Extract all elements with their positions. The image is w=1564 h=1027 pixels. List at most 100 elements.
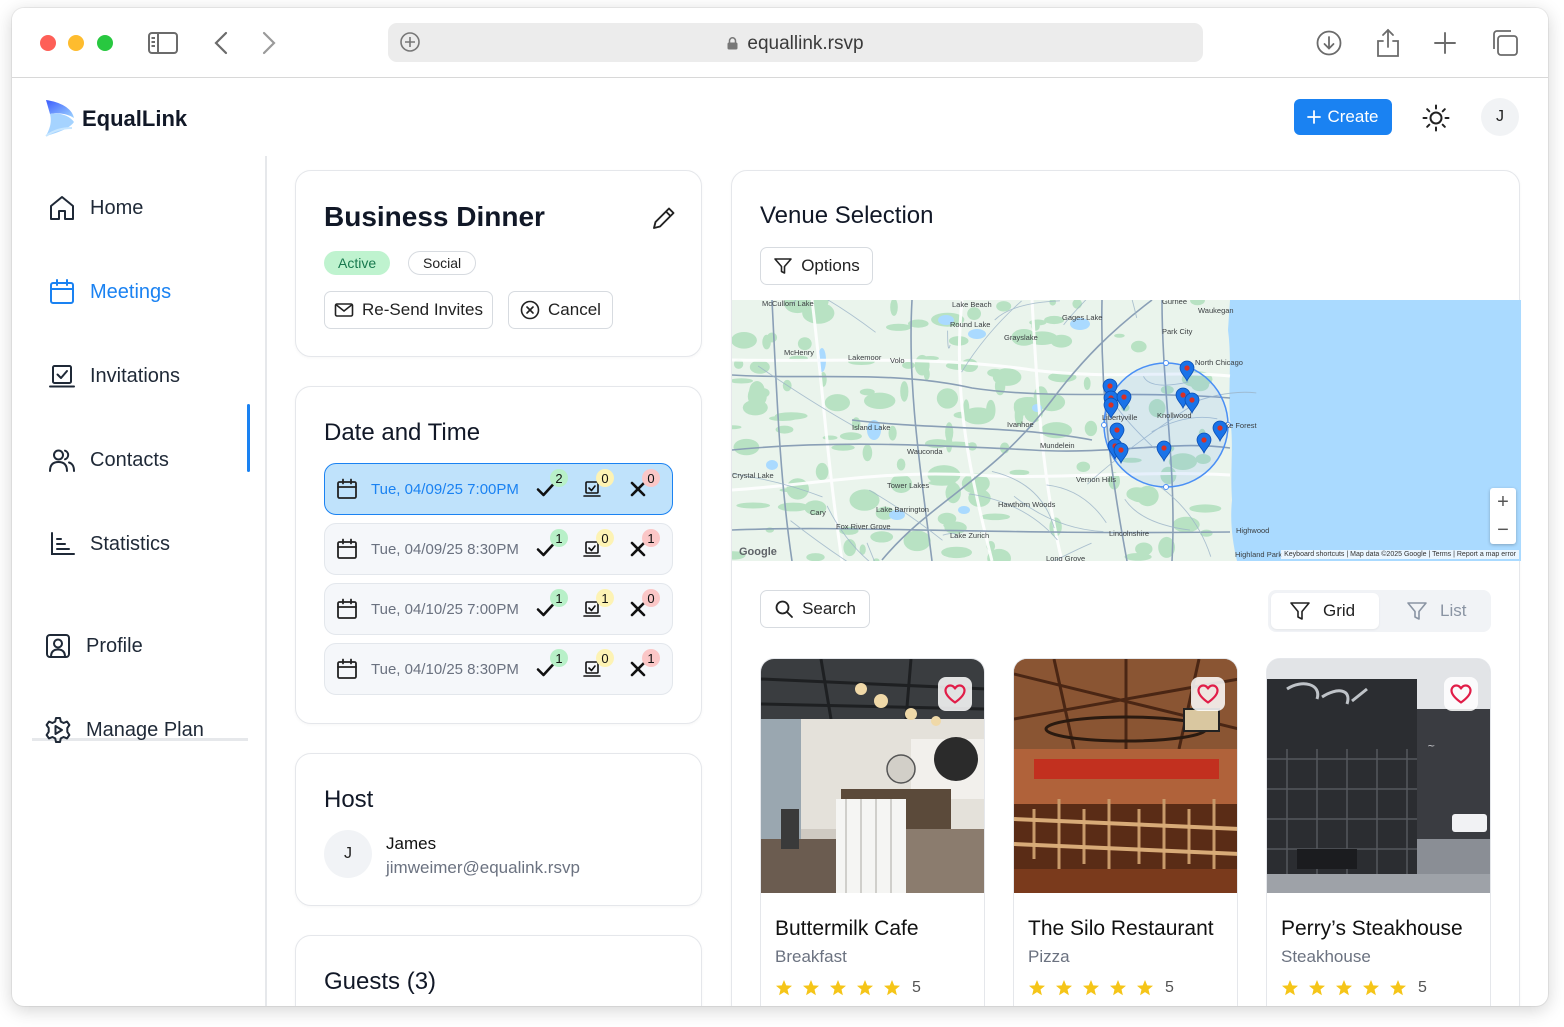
map-place-label: McHenry [784, 348, 814, 357]
pencil-icon[interactable] [651, 205, 677, 231]
list-view-button[interactable]: List [1388, 593, 1484, 629]
map-place-label: Highland Park [1235, 550, 1282, 559]
pending-count: 1 [596, 589, 614, 607]
tabs-overview-icon[interactable] [1488, 26, 1522, 60]
venue-cuisine: Pizza [1028, 947, 1070, 966]
grid-view-button[interactable]: Grid [1271, 593, 1379, 629]
venue-name: Buttermilk Cafe [775, 917, 919, 940]
browser-window: equallink.rsvp EqualLink Create J Home M… [12, 8, 1548, 1006]
sidebar-item-profile[interactable]: Profile [44, 630, 143, 662]
download-icon[interactable] [1312, 26, 1346, 60]
accepted-count: 1 [550, 649, 568, 667]
map-place-label: Crystal Lake [732, 471, 774, 480]
venue-cuisine: Steakhouse [1281, 947, 1371, 966]
star-icon [1389, 979, 1407, 997]
lock-icon [727, 37, 738, 50]
svg-text:~: ~ [1427, 741, 1435, 752]
map-place-label: Tower Lakes [887, 481, 929, 490]
invitation-icon [49, 365, 75, 388]
host-title: Host [324, 786, 374, 813]
options-button[interactable]: Options [760, 247, 873, 285]
map-canvas[interactable]: McCullom Lake Lake Beach Round Lake Gurnee W… [732, 300, 1521, 561]
profile-icon [46, 634, 70, 658]
time-slot[interactable]: Tue, 04/10/25 8:30PM 1 0 1 [324, 643, 673, 695]
time-slot-label: Tue, 04/10/25 7:00PM [371, 601, 519, 618]
user-avatar[interactable]: J [1481, 98, 1519, 136]
favorite-button[interactable] [1191, 677, 1225, 711]
sidebar-toggle-icon[interactable] [146, 26, 180, 60]
star-icon [1281, 979, 1299, 997]
map-place-label: Vernon Hills [1076, 475, 1116, 484]
star-icon [883, 979, 901, 997]
map-place-label: Round Lake [950, 320, 990, 329]
map-place-label: Wauconda [907, 447, 943, 456]
map-place-label: North Chicago [1195, 358, 1243, 367]
venue-rating: 5 [1281, 977, 1427, 999]
host-avatar: J [324, 830, 372, 878]
star-icon [1136, 979, 1154, 997]
map-attribution[interactable]: Keyboard shortcuts | Map data ©2025 Goog… [1281, 550, 1519, 559]
sun-icon[interactable] [1422, 104, 1450, 132]
map-place-label: Lincolnshire [1109, 529, 1149, 538]
venue-title: Venue Selection [760, 202, 934, 229]
cancel-circle-icon [520, 300, 540, 320]
resend-invites-button[interactable]: Re-Send Invites [324, 291, 493, 329]
sidebar-item-label: Invitations [90, 364, 181, 387]
sidebar-item-contacts[interactable]: Contacts [48, 444, 169, 476]
rating-value: 5 [912, 979, 921, 996]
minimize-window-button[interactable] [68, 35, 84, 51]
map-place-label: Lakemoor [848, 353, 882, 362]
close-window-button[interactable] [40, 35, 56, 51]
map-zoom-control[interactable]: + − [1490, 488, 1516, 544]
star-icon [856, 979, 874, 997]
map-place-label: Ivanhoe [1007, 420, 1034, 429]
guests-title: Guests (3) [324, 968, 437, 995]
search-button[interactable]: Search [760, 590, 870, 628]
sidebar-item-label: Manage Plan [86, 718, 204, 741]
venue-name: Perry’s Steakhouse [1281, 917, 1463, 940]
sidebar-item-meetings[interactable]: Meetings [48, 276, 171, 308]
forward-icon[interactable] [252, 26, 286, 60]
host-email: jimweimer@equalink.rsvp [386, 858, 580, 877]
sidebar-item-label: Profile [86, 634, 143, 657]
plus-icon [1307, 110, 1322, 124]
brand-name[interactable]: EqualLink [82, 106, 187, 132]
sidebar-item-home[interactable]: Home [48, 192, 143, 224]
sidebar-item-manage-plan[interactable]: Manage Plan [44, 714, 204, 746]
chart-icon [51, 532, 75, 555]
venue-cuisine: Breakfast [775, 947, 847, 966]
time-slot[interactable]: Tue, 04/09/25 8:30PM 1 0 1 [324, 523, 673, 575]
map-place-label: Park City [1162, 327, 1193, 336]
new-tab-icon[interactable] [1428, 26, 1462, 60]
pending-count: 0 [596, 649, 614, 667]
venue-card[interactable]: ~ Perry’s Steakhouse Steakhouse 5 [1266, 658, 1491, 1006]
host-name: James [386, 834, 437, 853]
map-place-label: Long Grove [1046, 554, 1085, 561]
favorite-button[interactable] [1444, 677, 1478, 711]
time-slot[interactable]: Tue, 04/09/25 7:00PM 2 0 0 [324, 463, 673, 515]
share-icon[interactable] [1371, 26, 1405, 60]
maximize-window-button[interactable] [97, 35, 113, 51]
venue-card[interactable]: Buttermilk Cafe Breakfast 5 [760, 658, 985, 1006]
gear-icon [45, 717, 71, 743]
map-place-label: Cary [810, 508, 826, 517]
sidebar-item-statistics[interactable]: Statistics [48, 528, 170, 560]
back-icon[interactable] [204, 26, 238, 60]
cancel-meeting-button[interactable]: Cancel [508, 291, 613, 329]
address-bar[interactable]: equallink.rsvp [388, 23, 1203, 62]
time-slot[interactable]: Tue, 04/10/25 7:00PM 1 1 0 [324, 583, 673, 635]
favorite-button[interactable] [938, 677, 972, 711]
google-logo: Google [739, 546, 777, 558]
create-button[interactable]: Create [1294, 99, 1392, 135]
venue-card[interactable]: The Silo Restaurant Pizza 5 [1013, 658, 1238, 1006]
star-icon [1362, 979, 1380, 997]
map-place-label: Highwood [1236, 526, 1269, 535]
venue-map[interactable]: McCullom Lake Lake Beach Round Lake Gurnee W… [732, 300, 1521, 561]
zoom-in-button[interactable]: + [1490, 488, 1516, 516]
zoom-out-button[interactable]: − [1490, 516, 1516, 544]
map-place-label: Knollwood [1157, 411, 1192, 420]
star-icon [1308, 979, 1326, 997]
sidebar: Home Meetings Invitations Contacts Stati… [12, 156, 267, 1006]
sidebar-item-invitations[interactable]: Invitations [48, 360, 180, 392]
sidebar-item-label: Home [90, 196, 144, 219]
